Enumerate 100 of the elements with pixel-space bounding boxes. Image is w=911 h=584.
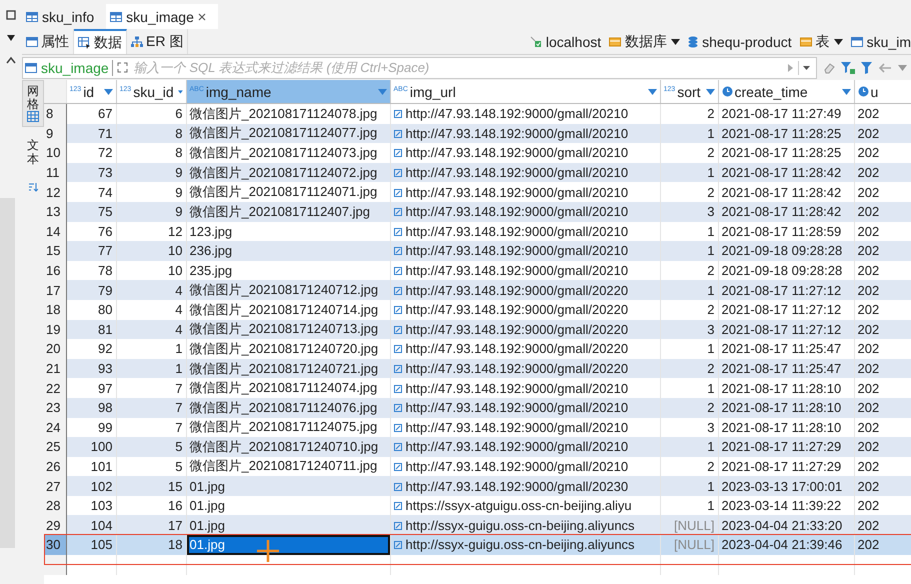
maximize-icon[interactable] xyxy=(6,10,16,20)
link-icon xyxy=(394,365,402,374)
link-icon xyxy=(394,462,402,471)
table-cell: 202 xyxy=(854,398,911,418)
row-number[interactable]: 17 xyxy=(44,280,66,300)
eraser-icon[interactable] xyxy=(823,62,835,74)
sort-dropdown-icon[interactable] xyxy=(648,88,656,94)
table-cell: 202 xyxy=(854,515,911,536)
row-number[interactable]: 30 xyxy=(44,535,66,555)
table-cell: [NULL] xyxy=(660,515,718,536)
table-cell: 2023-03-13 17:00:01 xyxy=(718,476,854,496)
row-number[interactable]: 23 xyxy=(44,398,66,418)
table-cell: 202 xyxy=(854,535,911,555)
table-icon xyxy=(110,12,122,22)
play-icon[interactable] xyxy=(787,62,794,72)
table-cell: 2021-09-18 09:28:28 xyxy=(718,241,854,261)
table-cell: http://47.93.148.192:9000/gmall/20220 xyxy=(390,320,660,340)
table-cell: 18 xyxy=(116,535,186,555)
row-number[interactable]: 13 xyxy=(44,202,66,222)
table-cell: 2023-04-04 21:39:46 xyxy=(718,535,854,555)
row-number[interactable]: 9 xyxy=(44,124,66,144)
row-number[interactable]: 27 xyxy=(44,476,66,496)
side-tab[interactable]: 文本 xyxy=(23,135,43,170)
table-cell: 2 xyxy=(660,398,718,418)
table-cell: http://47.93.148.192:9000/gmall/20220 xyxy=(390,358,660,378)
table-cell: 2021-08-17 11:28:42 xyxy=(718,202,854,222)
table-cell: 2021-08-17 11:25:47 xyxy=(718,358,854,378)
view-tab[interactable]: ER 图 xyxy=(127,29,188,54)
dropdown-icon[interactable] xyxy=(6,34,16,42)
editor-tab[interactable]: sku_image xyxy=(106,4,218,29)
expand-icon[interactable] xyxy=(116,62,128,73)
column-header[interactable]: create_time xyxy=(718,80,854,104)
link-icon xyxy=(394,110,402,118)
table-cell: 1 xyxy=(116,358,186,378)
table-icon xyxy=(26,12,38,22)
connection-icon xyxy=(530,36,542,48)
link-icon xyxy=(394,541,402,550)
sort-dropdown-icon[interactable] xyxy=(706,88,714,94)
row-number[interactable]: 25 xyxy=(44,437,66,457)
close-icon[interactable] xyxy=(198,12,206,20)
row-number[interactable]: 8 xyxy=(44,104,66,124)
filter-icon[interactable] xyxy=(841,62,855,74)
breadcrumb-item[interactable]: 表 xyxy=(816,32,830,50)
breadcrumb-item[interactable]: 数据库 xyxy=(625,32,668,50)
filter-input[interactable]: 输入一个 SQL 表达式来过滤结果 (使用 Ctrl+Space) xyxy=(132,59,783,76)
filter-icon[interactable] xyxy=(861,62,872,74)
row-number[interactable]: 22 xyxy=(44,378,66,398)
table-cell: 微信图片_202108171240713.jpg xyxy=(186,320,390,340)
sort-dropdown-icon[interactable] xyxy=(378,88,386,94)
table-cell: http://ssyx-guigu.oss-cn-beijing.aliyuncs xyxy=(390,515,660,536)
breadcrumb-item[interactable]: sku_im xyxy=(866,34,911,50)
collapse-icon[interactable] xyxy=(6,56,16,64)
row-number[interactable]: 15 xyxy=(44,241,66,261)
table-cell: 01.jpg xyxy=(186,476,390,496)
row-number[interactable]: 16 xyxy=(44,260,66,280)
row-number[interactable]: 19 xyxy=(44,320,66,340)
row-number[interactable]: 24 xyxy=(44,418,66,438)
sort-dropdown-icon[interactable] xyxy=(178,88,182,94)
breadcrumb-item[interactable]: shequ-product xyxy=(702,34,792,50)
row-number[interactable]: 11 xyxy=(44,162,66,182)
table-cell: 102 xyxy=(66,476,116,496)
table-cell: 2021-08-17 11:27:29 xyxy=(718,437,854,457)
row-number[interactable]: 10 xyxy=(44,143,66,163)
table-cell: 81 xyxy=(66,320,116,340)
table-cell: http://47.93.148.192:9000/gmall/20210 xyxy=(390,241,660,261)
table-cell: http://47.93.148.192:9000/gmall/20220 xyxy=(390,280,660,300)
row-number[interactable]: 12 xyxy=(44,182,66,202)
table-cell: 202 xyxy=(854,202,911,222)
side-tab[interactable]: 网格 xyxy=(22,80,44,128)
row-number[interactable]: 21 xyxy=(44,358,66,378)
table-cell: 15 xyxy=(116,476,186,496)
filter-field[interactable]: sku_image 输入一个 SQL 表达式来过滤结果 (使用 Ctrl+Space) xyxy=(22,56,817,78)
column-label: img_url xyxy=(410,84,457,100)
row-number[interactable]: 18 xyxy=(44,300,66,320)
table-cell: 73 xyxy=(66,162,116,182)
database-icon xyxy=(688,36,698,48)
row-number[interactable]: 20 xyxy=(44,339,66,359)
dropdown-icon[interactable] xyxy=(671,38,680,44)
sort-dropdown-icon[interactable] xyxy=(842,88,850,94)
row-number[interactable]: 14 xyxy=(44,222,66,242)
row-number[interactable]: 29 xyxy=(44,515,66,536)
editor-tab[interactable]: sku_info xyxy=(22,4,106,29)
table-cell: 2021-08-17 11:27:12 xyxy=(718,280,854,300)
table-cell: 3 xyxy=(660,202,718,222)
row-number[interactable]: 26 xyxy=(44,456,66,476)
table-cell: 2021-08-17 11:28:10 xyxy=(718,398,854,418)
column-label: u xyxy=(870,84,880,100)
table-cell: 4 xyxy=(116,320,186,340)
breadcrumb-item[interactable]: localhost xyxy=(546,34,602,50)
row-number[interactable]: 28 xyxy=(44,496,66,516)
sort-dropdown-icon[interactable] xyxy=(104,88,112,94)
table-cell: 微信图片_202108171124077.jpg xyxy=(186,124,390,144)
link-icon xyxy=(394,443,402,452)
view-tab[interactable]: 数据 xyxy=(74,29,127,54)
table-icon xyxy=(850,36,863,46)
dropdown-icon[interactable] xyxy=(834,38,843,44)
sort-icon[interactable] xyxy=(28,182,38,192)
link-icon xyxy=(394,424,402,432)
table-cell: http://47.93.148.192:9000/gmall/20210 xyxy=(390,202,660,222)
column-header[interactable]: u xyxy=(854,80,911,104)
